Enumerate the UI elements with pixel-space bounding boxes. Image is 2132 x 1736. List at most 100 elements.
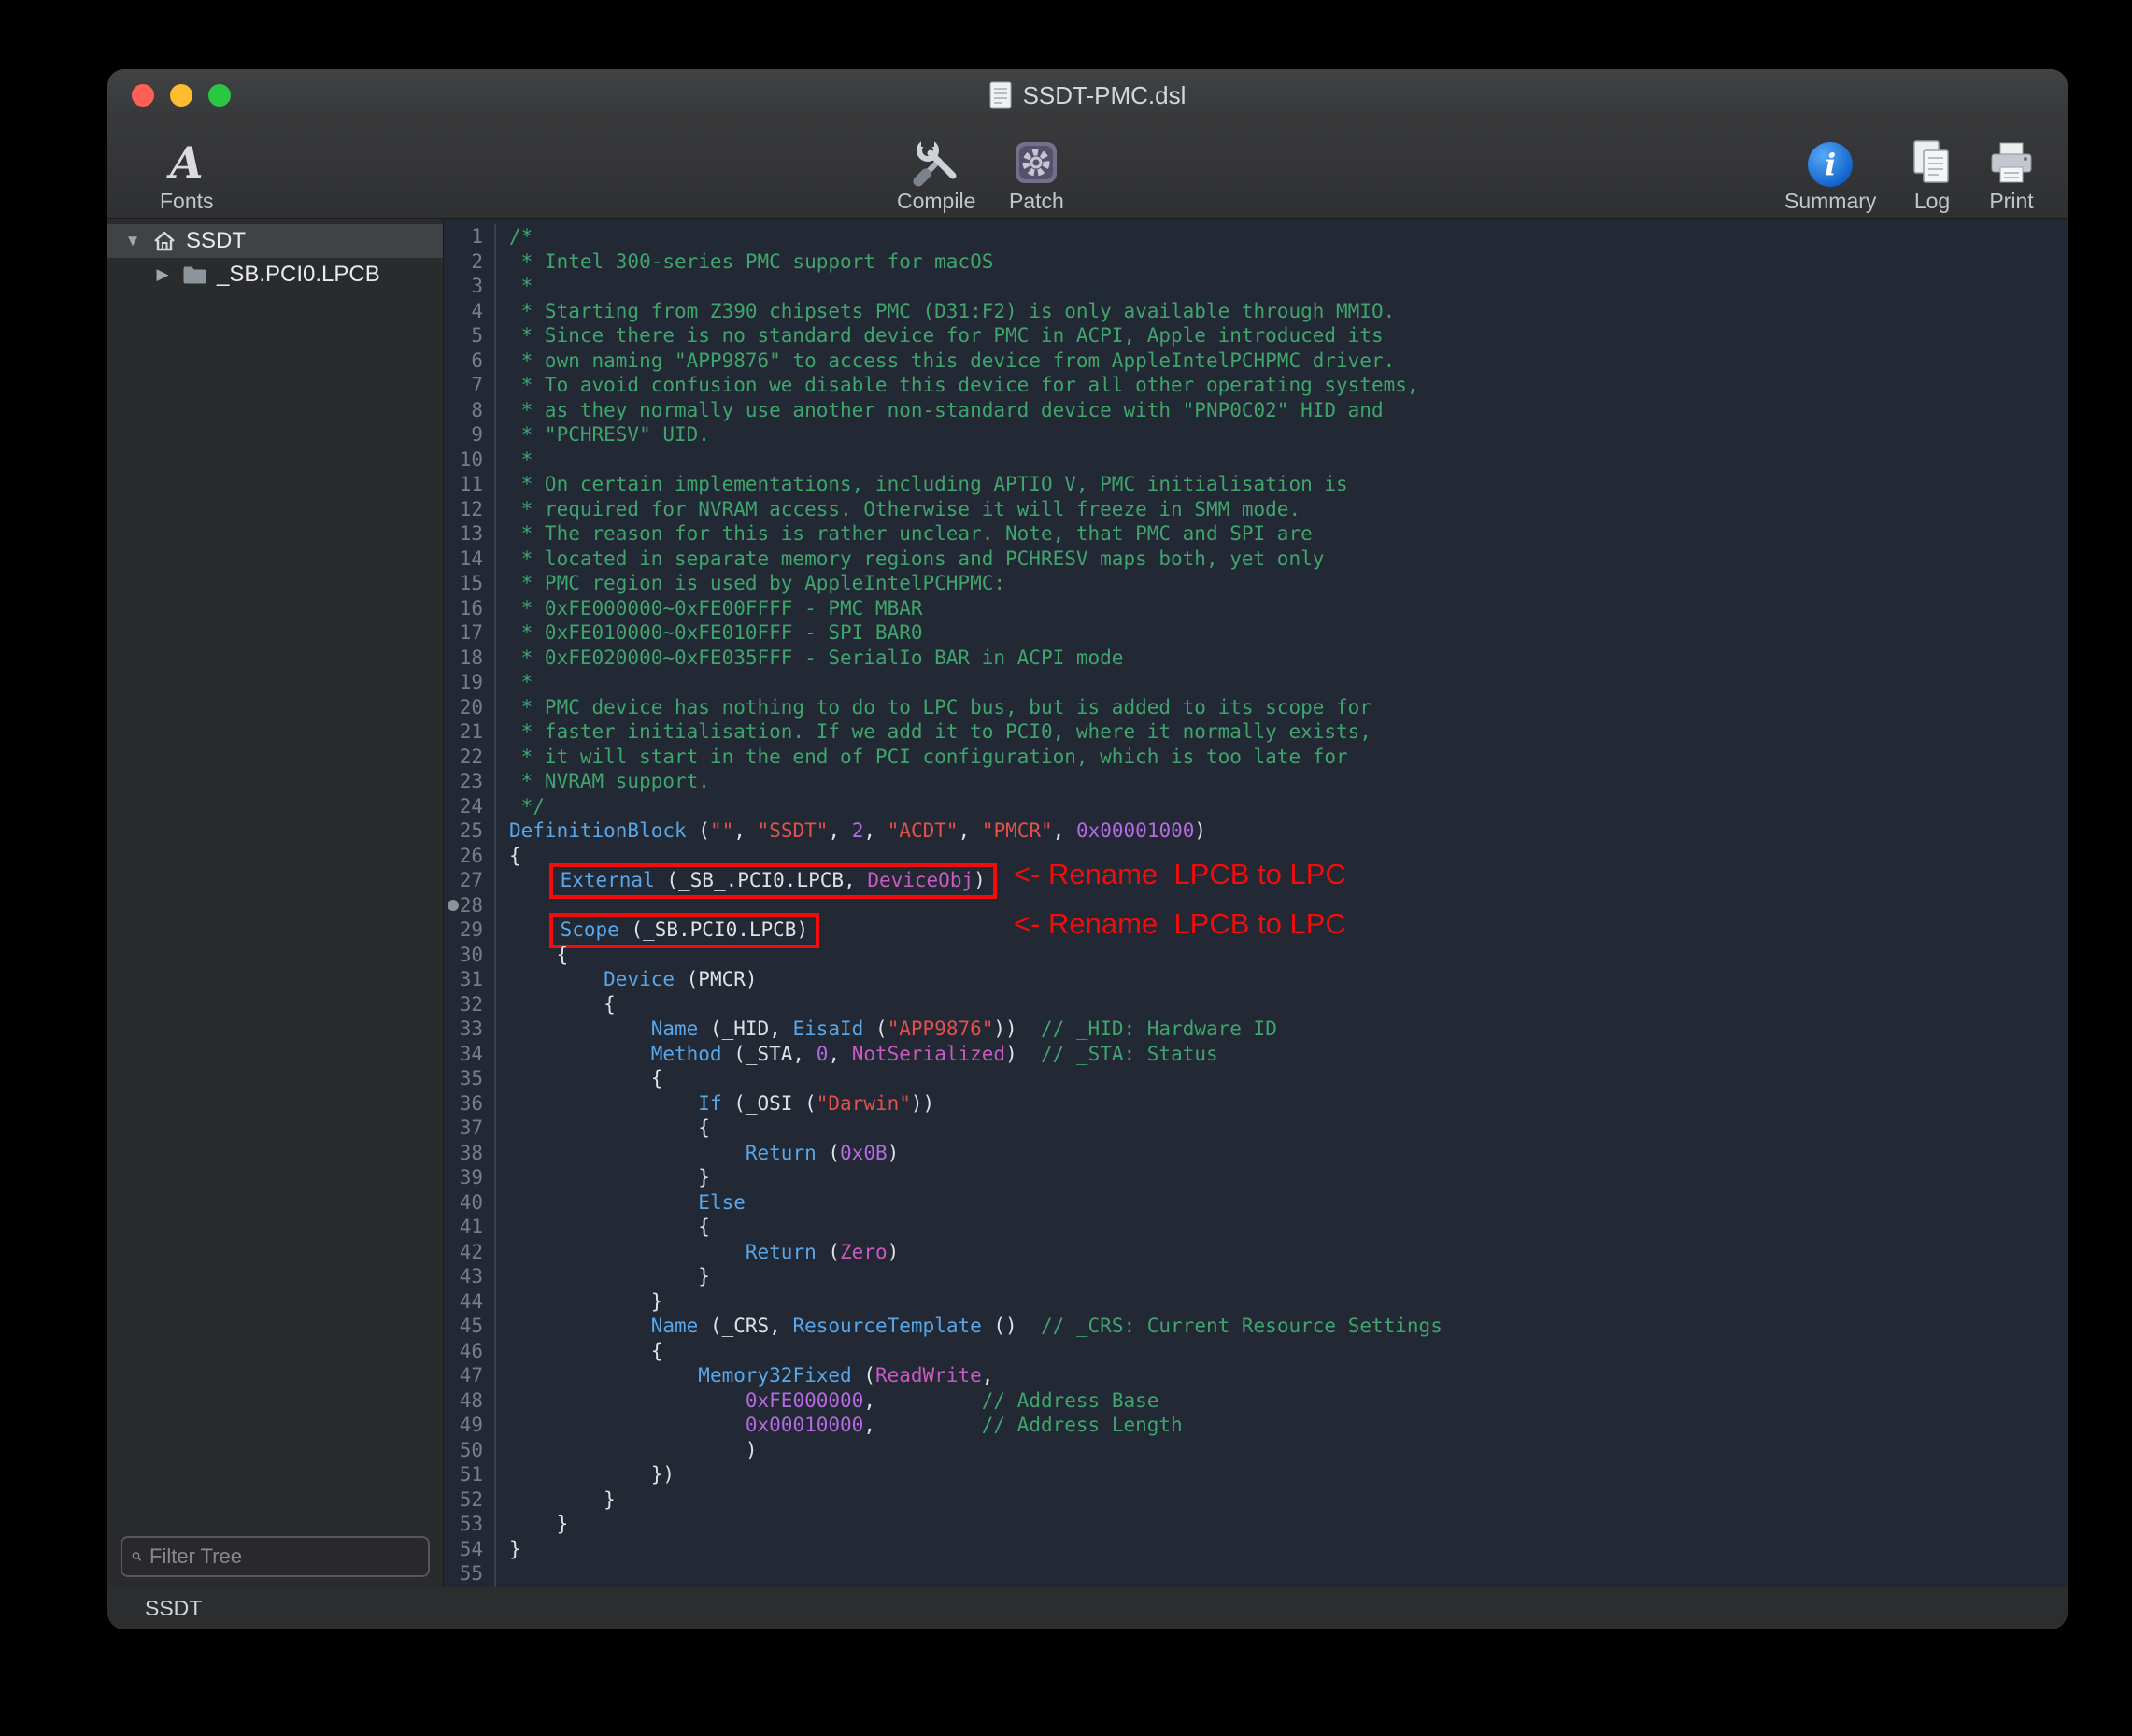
compile-label: Compile — [897, 189, 975, 214]
code-line-content: Memory32Fixed (ReadWrite, — [496, 1363, 2068, 1388]
window-title-text: SSDT-PMC.dsl — [1023, 81, 1187, 110]
line-number: 36 — [444, 1091, 496, 1117]
line-number: 20 — [444, 695, 496, 720]
line-number: 22 — [444, 745, 496, 770]
code-line-content: * Starting from Z390 chipsets PMC (D31:F… — [496, 299, 2068, 324]
line-number: 13 — [444, 521, 496, 547]
code-line: 31 Device (PMCR) — [444, 967, 2068, 992]
summary-label: Summary — [1784, 189, 1876, 214]
log-button[interactable]: Log — [1911, 133, 1954, 214]
acpi-tree: ▼ SSDT ▶ _SB.PCI0.LPCB — [107, 219, 443, 1536]
code-line: 20 * PMC device has nothing to do to LPC… — [444, 695, 2068, 720]
line-number: 46 — [444, 1339, 496, 1364]
folder-icon — [182, 265, 207, 285]
title-bar[interactable]: SSDT-PMC.dsl — [107, 69, 2068, 121]
line-number: 45 — [444, 1314, 496, 1339]
code-line-content: * PMC region is used by AppleIntelPCHPMC… — [496, 571, 2068, 596]
code-line: 11 * On certain implementations, includi… — [444, 472, 2068, 497]
code-line: 13 * The reason for this is rather uncle… — [444, 521, 2068, 547]
fonts-button[interactable]: A Fonts — [160, 133, 214, 214]
code-line: 45 Name (_CRS, ResourceTemplate () // _C… — [444, 1314, 2068, 1339]
code-line: 10 * — [444, 448, 2068, 473]
code-line: 21 * faster initialisation. If we add it… — [444, 719, 2068, 745]
code-line: 38 Return (0x0B) — [444, 1141, 2068, 1166]
line-number: 21 — [444, 719, 496, 745]
code-line: 33 Name (_HID, EisaId ("APP9876")) // _H… — [444, 1017, 2068, 1042]
code-line-content: * 0xFE000000~0xFE00FFFF - PMC MBAR — [496, 596, 2068, 621]
tree-item-ssdt[interactable]: ▼ SSDT — [107, 224, 443, 258]
code-line: 49 0x00010000, // Address Length — [444, 1413, 2068, 1438]
code-area: 1/*2 * Intel 300-series PMC support for … — [444, 224, 2068, 1587]
code-line-content: * The reason for this is rather unclear.… — [496, 521, 2068, 547]
code-line: 14 * located in separate memory regions … — [444, 547, 2068, 572]
code-line-content: { — [496, 1066, 2068, 1091]
code-line: 48 0xFE000000, // Address Base — [444, 1388, 2068, 1414]
tree-item-lpcb[interactable]: ▶ _SB.PCI0.LPCB — [107, 258, 443, 292]
line-number: 30 — [444, 943, 496, 968]
sidebar: ▼ SSDT ▶ _SB.PCI0.LPCB — [107, 219, 444, 1587]
code-line: 24 */ — [444, 794, 2068, 819]
code-line-content: * 0xFE020000~0xFE035FFF - SerialIo BAR i… — [496, 646, 2068, 671]
line-number: 35 — [444, 1066, 496, 1091]
maciasl-window: SSDT-PMC.dsl A Fonts Comp — [107, 69, 2068, 1629]
line-number: 25 — [444, 818, 496, 844]
code-line: 50 ) — [444, 1438, 2068, 1463]
code-line-content: } — [496, 1289, 2068, 1315]
code-line: 29 Scope (_SB.PCI0.LPCB)<- Rename LPCB t… — [444, 918, 2068, 943]
code-line-content: } — [496, 1537, 2068, 1562]
code-line: 35 { — [444, 1066, 2068, 1091]
line-number: 32 — [444, 992, 496, 1017]
tree-item-label: SSDT — [186, 228, 246, 254]
code-line-content: Device (PMCR) — [496, 967, 2068, 992]
code-line-content: 0xFE000000, // Address Base — [496, 1388, 2068, 1414]
code-line: 2 * Intel 300-series PMC support for mac… — [444, 249, 2068, 275]
code-line: 9 * "PCHRESV" UID. — [444, 422, 2068, 448]
code-line: 47 Memory32Fixed (ReadWrite, — [444, 1363, 2068, 1388]
line-number: 33 — [444, 1017, 496, 1042]
fonts-icon: A — [170, 138, 204, 187]
minimize-button[interactable] — [170, 84, 192, 107]
line-number: 29 — [444, 918, 496, 943]
patch-button[interactable]: Patch — [1009, 133, 1064, 214]
filter-tree-field[interactable] — [121, 1536, 430, 1577]
disclosure-down-icon[interactable]: ▼ — [122, 232, 143, 250]
code-line-content: Return (0x0B) — [496, 1141, 2068, 1166]
code-line-content: * PMC device has nothing to do to LPC bu… — [496, 695, 2068, 720]
summary-button[interactable]: i Summary — [1784, 133, 1876, 214]
line-number: 41 — [444, 1215, 496, 1240]
disclosure-right-icon[interactable]: ▶ — [152, 265, 173, 284]
code-line: 41 { — [444, 1215, 2068, 1240]
compile-tools-icon — [910, 133, 962, 187]
close-button[interactable] — [132, 84, 154, 107]
code-line-content: * NVRAM support. — [496, 769, 2068, 794]
line-number: 34 — [444, 1042, 496, 1067]
line-number: 11 — [444, 472, 496, 497]
line-number: 16 — [444, 596, 496, 621]
compile-button[interactable]: Compile — [897, 133, 975, 214]
code-line-content: /* — [496, 224, 2068, 249]
rename-annotation: <- Rename LPCB to LPC — [1014, 862, 1346, 888]
code-line: 43 } — [444, 1264, 2068, 1289]
code-line: 25DefinitionBlock ("", "SSDT", 2, "ACDT"… — [444, 818, 2068, 844]
code-line-content: Method (_STA, 0, NotSerialized) // _STA:… — [496, 1042, 2068, 1067]
code-line: 6 * own naming "APP9876" to access this … — [444, 349, 2068, 374]
code-line-content: * located in separate memory regions and… — [496, 547, 2068, 572]
code-line: 46 { — [444, 1339, 2068, 1364]
filter-tree-input[interactable] — [149, 1544, 419, 1569]
code-line-content: Return (Zero) — [496, 1240, 2068, 1265]
info-icon: i — [1808, 133, 1853, 187]
code-line-content: * required for NVRAM access. Otherwise i… — [496, 497, 2068, 522]
code-editor[interactable]: 1/*2 * Intel 300-series PMC support for … — [444, 219, 2068, 1587]
code-line-content: Scope (_SB.PCI0.LPCB)<- Rename LPCB to L… — [496, 918, 2068, 943]
search-icon — [132, 1546, 142, 1567]
code-line-content: Else — [496, 1190, 2068, 1216]
line-number: 53 — [444, 1512, 496, 1537]
code-line-content: */ — [496, 794, 2068, 819]
line-number: 28 — [444, 893, 496, 918]
zoom-button[interactable] — [208, 84, 231, 107]
code-line-content: Name (_HID, EisaId ("APP9876")) // _HID:… — [496, 1017, 2068, 1042]
code-line: 5 * Since there is no standard device fo… — [444, 323, 2068, 349]
log-label: Log — [1914, 189, 1950, 214]
print-button[interactable]: Print — [1987, 133, 2036, 214]
tree-item-label: _SB.PCI0.LPCB — [217, 262, 380, 288]
